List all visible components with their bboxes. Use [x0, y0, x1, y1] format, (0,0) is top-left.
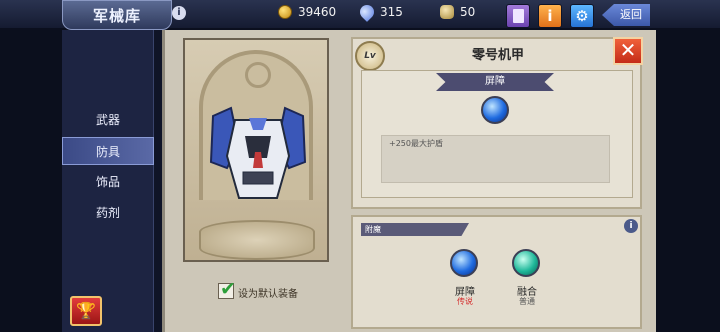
- armor-image: [209, 106, 307, 199]
- menu-item-potions[interactable]: 药剂: [62, 199, 154, 227]
- info-button-icon: i: [547, 7, 553, 25]
- default-equip-label: 设为默认装备: [238, 289, 298, 300]
- title-plate: 军械库: [62, 0, 172, 30]
- close-button[interactable]: ✕: [613, 37, 643, 65]
- gear-icon: ⚙: [575, 7, 589, 25]
- gem-counter: 315: [357, 2, 403, 22]
- item-name: 零号机甲: [471, 48, 524, 63]
- enchant-orb-barrier-icon[interactable]: [450, 249, 478, 277]
- property-banner: 屏障: [436, 73, 554, 91]
- pedestal: [199, 220, 315, 260]
- trophy-icon: 🏆: [76, 301, 96, 320]
- info-button[interactable]: i: [538, 4, 562, 28]
- enchant-rarity-fusion: 普通: [519, 297, 535, 306]
- default-equip-checkbox[interactable]: [218, 278, 236, 300]
- info-icon[interactable]: i: [172, 6, 186, 20]
- close-icon: ✕: [619, 38, 637, 62]
- coin-icon: [278, 5, 292, 19]
- shard-counter: 50: [440, 5, 475, 19]
- menu-label: 武器: [95, 113, 120, 127]
- enchant-label: 附魔: [361, 223, 469, 236]
- gold-counter: 39460: [278, 5, 336, 19]
- gem-value: 315: [380, 5, 403, 19]
- shard-icon: [440, 5, 454, 19]
- enchant-info-icon[interactable]: i: [624, 219, 638, 233]
- menu-item-accessories[interactable]: 饰品: [62, 168, 154, 196]
- item-preview-card: [183, 38, 329, 262]
- settings-button[interactable]: ⚙: [570, 4, 594, 28]
- menu-label: 药剂: [95, 206, 120, 220]
- menu-item-armor[interactable]: 防具: [62, 137, 154, 165]
- menu-item-weapons[interactable]: 武器: [62, 106, 154, 134]
- left-edge: [0, 30, 62, 332]
- trophy-button[interactable]: 🏆: [70, 296, 102, 326]
- trefoil-ornament: [245, 62, 271, 88]
- item-description: +250最大护盾: [389, 139, 443, 148]
- enchant-rarity-barrier: 传说: [457, 297, 473, 306]
- level-badge: Lv: [355, 41, 385, 71]
- gem-icon: [357, 2, 377, 22]
- back-button[interactable]: 返回: [602, 4, 650, 26]
- back-label: 返回: [620, 8, 642, 21]
- shard-value: 50: [460, 5, 476, 19]
- menu-label: 防具: [95, 145, 120, 159]
- page-title: 军械库: [92, 6, 141, 25]
- menu-label: 饰品: [95, 175, 120, 189]
- barrier-orb-icon[interactable]: [481, 96, 509, 124]
- enchant-orb-fusion-icon[interactable]: [512, 249, 540, 277]
- top-bar: 军械库 i 39460 315 50 i ⚙ 返回: [0, 0, 720, 30]
- gold-value: 39460: [298, 5, 337, 19]
- book-button[interactable]: [506, 4, 530, 28]
- category-menu: 武器 防具 饰品 药剂: [62, 30, 154, 332]
- right-edge: [656, 30, 720, 332]
